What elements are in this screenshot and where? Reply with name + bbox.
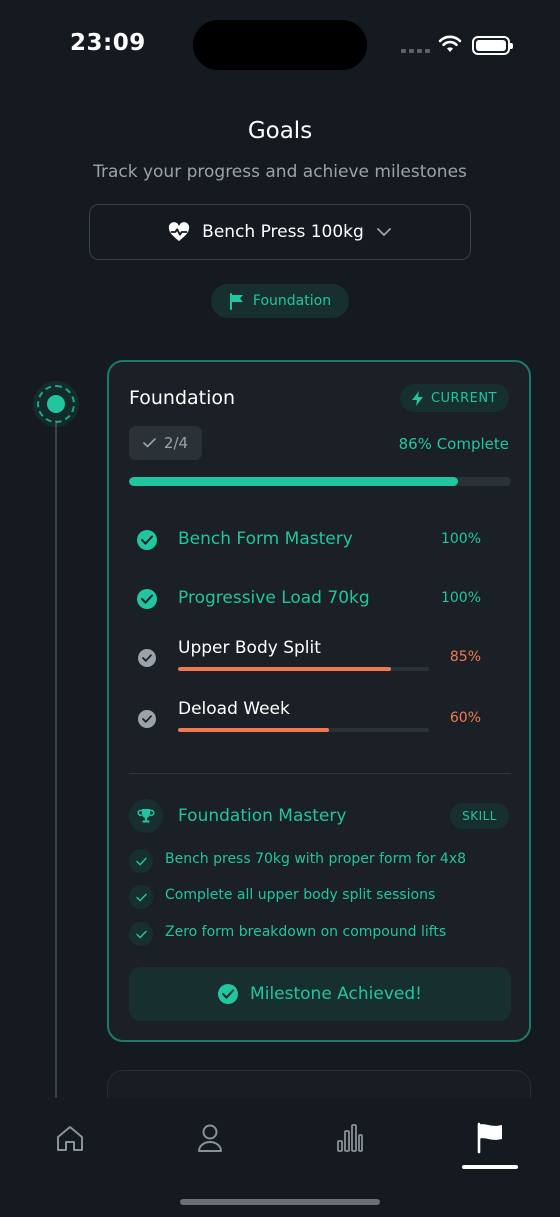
page-title: Goals: [247, 118, 313, 144]
user-icon: [198, 1124, 222, 1152]
skill-title: Foundation Mastery: [178, 806, 347, 826]
requirement-item: Zero form breakdown on compound lifts: [129, 922, 511, 946]
bar-chart-icon: [337, 1124, 363, 1152]
milestone-item[interactable]: Progressive Load 70kg 100%: [129, 579, 511, 619]
milestone-achieved-label: Milestone Achieved!: [250, 984, 422, 1004]
check-circle-icon: [137, 530, 157, 550]
milestone-percent: 60%: [449, 710, 481, 726]
milestone-progress-bar: [178, 728, 429, 732]
milestone-count: 2/4: [163, 434, 189, 452]
status-time: 23:09: [70, 30, 146, 56]
milestone-percent: 100%: [440, 531, 481, 547]
page-subtitle: Track your progress and achieve mileston…: [93, 162, 467, 182]
milestone-progress-bar: [178, 667, 429, 671]
milestone-item[interactable]: Deload Week 60%: [129, 699, 511, 739]
milestone-label: Upper Body Split: [178, 638, 321, 658]
phase-card: Foundation CURRENT 2/4 86% Complete Benc…: [107, 360, 531, 1042]
lightning-icon: [411, 390, 423, 406]
dynamic-island: [193, 20, 367, 70]
tab-profile[interactable]: [190, 1120, 230, 1156]
check-circle-icon: [138, 649, 156, 667]
status-bar: 23:09: [0, 0, 560, 90]
milestone-achieved-button[interactable]: Milestone Achieved!: [129, 967, 511, 1021]
heart-pulse-icon: [169, 222, 190, 242]
flag-icon: [477, 1122, 502, 1154]
current-badge-label: CURRENT: [430, 390, 497, 406]
check-icon: [129, 849, 153, 873]
milestone-percent: 100%: [440, 590, 481, 606]
cellular-signal-icon: [401, 49, 430, 53]
trophy-icon: [129, 799, 163, 833]
divider: [129, 773, 511, 774]
skill-badge: SKILL: [450, 803, 509, 829]
chevron-down-icon: [376, 228, 391, 237]
goal-selector[interactable]: Bench Press 100kg: [89, 204, 471, 260]
check-circle-icon: [137, 589, 157, 609]
milestone-progress-fill: [178, 667, 392, 671]
battery-icon: [472, 36, 513, 55]
milestone-item[interactable]: Bench Form Mastery 100%: [129, 520, 511, 560]
home-icon: [57, 1126, 83, 1151]
tab-bar: [0, 1098, 560, 1217]
milestone-label: Progressive Load 70kg: [178, 588, 370, 608]
current-badge: CURRENT: [399, 384, 509, 412]
milestone-label: Bench Form Mastery: [178, 529, 353, 549]
phase-progress-fill: [129, 477, 458, 486]
active-tab-indicator: [462, 1165, 518, 1169]
timeline-line: [55, 420, 57, 1098]
tab-goals[interactable]: [470, 1120, 510, 1156]
requirement-text: Zero form breakdown on compound lifts: [165, 924, 447, 940]
milestone-label: Deload Week: [178, 699, 290, 719]
goal-selector-value: Bench Press 100kg: [202, 222, 364, 242]
tab-stats[interactable]: [330, 1120, 370, 1156]
complete-percentage: 86% Complete: [398, 435, 509, 453]
home-indicator: [180, 1199, 380, 1205]
timeline-node-current: [33, 381, 79, 427]
check-circle-icon: [138, 710, 156, 728]
phase-pill-label: Foundation: [252, 293, 332, 309]
check-circle-icon: [218, 984, 239, 1004]
wifi-icon: [438, 35, 462, 52]
milestone-progress-fill: [178, 728, 329, 732]
phase-pill[interactable]: Foundation: [211, 284, 349, 318]
check-icon: [129, 885, 153, 909]
phase-card-title: Foundation: [129, 387, 236, 409]
requirement-item: Complete all upper body split sessions: [129, 885, 511, 909]
check-icon: [143, 438, 156, 448]
check-icon: [129, 922, 153, 946]
flag-icon: [229, 292, 243, 310]
phase-progress-bar: [129, 477, 511, 486]
requirement-text: Complete all upper body split sessions: [165, 887, 436, 903]
milestone-count-chip: 2/4: [129, 426, 202, 460]
requirement-item: Bench press 70kg with proper form for 4x…: [129, 849, 511, 873]
milestone-item[interactable]: Upper Body Split 85%: [129, 638, 511, 678]
milestone-percent: 85%: [449, 649, 481, 665]
tab-home[interactable]: [50, 1120, 90, 1156]
requirement-text: Bench press 70kg with proper form for 4x…: [165, 851, 467, 867]
